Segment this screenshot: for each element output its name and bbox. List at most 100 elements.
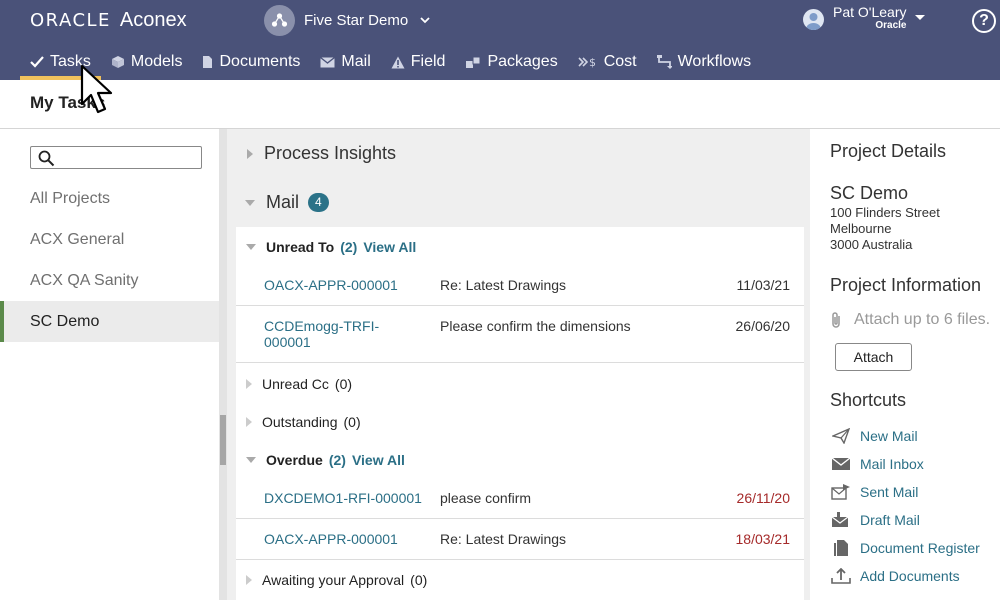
- mail-count-badge: 4: [308, 193, 329, 212]
- nav-label: Field: [410, 53, 446, 70]
- project-switcher[interactable]: Five Star Demo: [264, 4, 430, 36]
- group-label: Unread Cc: [262, 376, 329, 392]
- mail-task-list: Unread To (2) View All OACX-APPR-000001 …: [236, 227, 804, 600]
- attach-dropzone[interactable]: Attach up to 6 files.: [830, 311, 990, 329]
- project-search-input[interactable]: [59, 148, 197, 167]
- mail-number-link[interactable]: DXCDEMO1-RFI-000001: [264, 490, 439, 506]
- user-menu[interactable]: Pat O'Leary Oracle: [803, 5, 925, 32]
- project-information-title: Project Information: [830, 275, 982, 295]
- nav-tab-field[interactable]: Field: [381, 44, 456, 80]
- group-label: Outstanding: [262, 414, 338, 430]
- nav-tab-mail[interactable]: Mail: [310, 44, 380, 80]
- brand-oracle: ORACLE: [30, 10, 111, 31]
- caret-right-icon: [247, 148, 253, 159]
- warning-icon: [391, 56, 405, 68]
- page-header: My Tasks: [0, 80, 1000, 129]
- address-line: Melbourne: [830, 221, 892, 236]
- sidebar-item-sc-demo[interactable]: SC Demo: [0, 301, 219, 342]
- group-awaiting-approval[interactable]: Awaiting your Approval (0): [236, 572, 804, 588]
- main-nav: Tasks Models Documents Mail Field Packag…: [20, 44, 761, 80]
- envelope-icon: [320, 56, 336, 67]
- shortcut-label: Mail Inbox: [860, 456, 924, 472]
- shortcut-document-register[interactable]: Document Register: [830, 539, 980, 557]
- nav-tab-tasks[interactable]: Tasks: [20, 44, 101, 80]
- attach-placeholder: Attach up to 6 files.: [854, 311, 991, 328]
- top-bar: ORACLE Aconex Five Star Demo Pat O'Leary…: [0, 0, 1000, 80]
- group-count: (2): [340, 239, 358, 255]
- project-details-title: Project Details: [830, 141, 947, 161]
- nav-label: Documents: [219, 53, 301, 70]
- mail-number-link[interactable]: CCDEmogg-TRFI-000001: [264, 318, 424, 350]
- group-label: Awaiting your Approval: [262, 572, 405, 588]
- nav-tab-models[interactable]: Models: [101, 44, 193, 80]
- project-name: SC Demo: [830, 183, 909, 203]
- sidebar-item-acx-qa-sanity[interactable]: ACX QA Sanity: [0, 260, 219, 301]
- group-outstanding[interactable]: Outstanding (0): [236, 414, 804, 430]
- cost-icon: $: [578, 56, 596, 68]
- sidebar-item-all-projects[interactable]: All Projects: [0, 178, 219, 219]
- nav-label: Packages: [487, 53, 558, 70]
- caret-right-icon: [246, 379, 252, 389]
- address-line: 100 Flinders Street: [830, 205, 940, 220]
- mail-subject: Re: Latest Drawings: [440, 531, 567, 547]
- caret-down-icon: [246, 457, 256, 463]
- nav-label: Workflows: [677, 53, 752, 70]
- search-icon: [38, 150, 55, 167]
- user-organization: Oracle: [875, 20, 907, 31]
- mail-number-link[interactable]: OACX-APPR-000001: [264, 277, 424, 293]
- shortcut-mail-inbox[interactable]: Mail Inbox: [830, 455, 924, 473]
- page-title: My Tasks: [30, 93, 106, 112]
- shortcut-label: Add Documents: [860, 568, 960, 584]
- shortcut-add-documents[interactable]: Add Documents: [830, 567, 960, 585]
- nav-label: Mail: [341, 53, 371, 70]
- mail-row[interactable]: DXCDEMO1-RFI-000001 please confirm 26/11…: [236, 478, 804, 519]
- scrollbar-track[interactable]: [219, 129, 227, 600]
- view-all-link[interactable]: View All: [363, 239, 416, 255]
- upload-icon: [830, 567, 852, 585]
- group-unread-to[interactable]: Unread To (2) View All: [236, 239, 804, 255]
- process-insights-header[interactable]: Process Insights: [247, 143, 396, 164]
- mail-row[interactable]: OACX-APPR-000001 Re: Latest Drawings 18/…: [236, 519, 804, 560]
- nav-tab-documents[interactable]: Documents: [192, 44, 310, 80]
- project-name: Five Star Demo: [304, 11, 409, 29]
- project-details-panel: Project Details SC Demo 100 Flinders Str…: [810, 129, 1000, 600]
- group-count: (0): [343, 414, 361, 430]
- group-overdue[interactable]: Overdue (2) View All: [236, 452, 804, 468]
- shortcut-label: Document Register: [860, 540, 980, 556]
- mail-section-header[interactable]: Mail 4: [245, 192, 329, 213]
- project-search-box[interactable]: [30, 146, 202, 169]
- svg-text:$: $: [589, 56, 596, 68]
- caret-right-icon: [246, 417, 252, 427]
- section-title: Mail: [266, 192, 300, 212]
- inbox-icon: [830, 455, 852, 473]
- shortcut-sent-mail[interactable]: Sent Mail: [830, 483, 918, 501]
- mail-date: 11/03/21: [736, 277, 790, 293]
- mail-number-link[interactable]: OACX-APPR-000001: [264, 531, 424, 547]
- caret-right-icon: [246, 575, 252, 585]
- shortcut-new-mail[interactable]: New Mail: [830, 427, 918, 445]
- oracle-aconex-logo[interactable]: ORACLE Aconex: [30, 9, 187, 32]
- caret-down-icon: [246, 244, 256, 250]
- help-icon[interactable]: ?: [972, 9, 996, 33]
- nav-tab-packages[interactable]: Packages: [455, 44, 567, 80]
- sidebar-item-acx-general[interactable]: ACX General: [0, 219, 219, 260]
- view-all-link[interactable]: View All: [352, 452, 405, 468]
- nav-tab-workflows[interactable]: Workflows: [647, 44, 762, 80]
- mail-subject: Re: Latest Drawings: [440, 277, 567, 293]
- group-unread-cc[interactable]: Unread Cc (0): [236, 376, 804, 392]
- attach-button[interactable]: Attach: [835, 343, 912, 371]
- shortcut-label: Draft Mail: [860, 512, 920, 528]
- group-count: (0): [334, 376, 353, 392]
- mail-date: 26/06/20: [735, 318, 791, 334]
- scrollbar-thumb[interactable]: [220, 415, 226, 465]
- section-title: Process Insights: [264, 143, 397, 163]
- shortcut-draft-mail[interactable]: Draft Mail: [830, 511, 920, 529]
- shortcuts-title: Shortcuts: [830, 390, 907, 410]
- mail-row[interactable]: CCDEmogg-TRFI-000001 Please confirm the …: [236, 306, 804, 363]
- caret-down-icon: [914, 15, 925, 20]
- user-avatar-icon: [803, 9, 824, 30]
- group-label: Overdue: [266, 452, 323, 468]
- project-network-icon: [264, 4, 295, 36]
- nav-tab-cost[interactable]: $ Cost: [568, 44, 647, 80]
- mail-row[interactable]: OACX-APPR-000001 Re: Latest Drawings 11/…: [236, 267, 804, 306]
